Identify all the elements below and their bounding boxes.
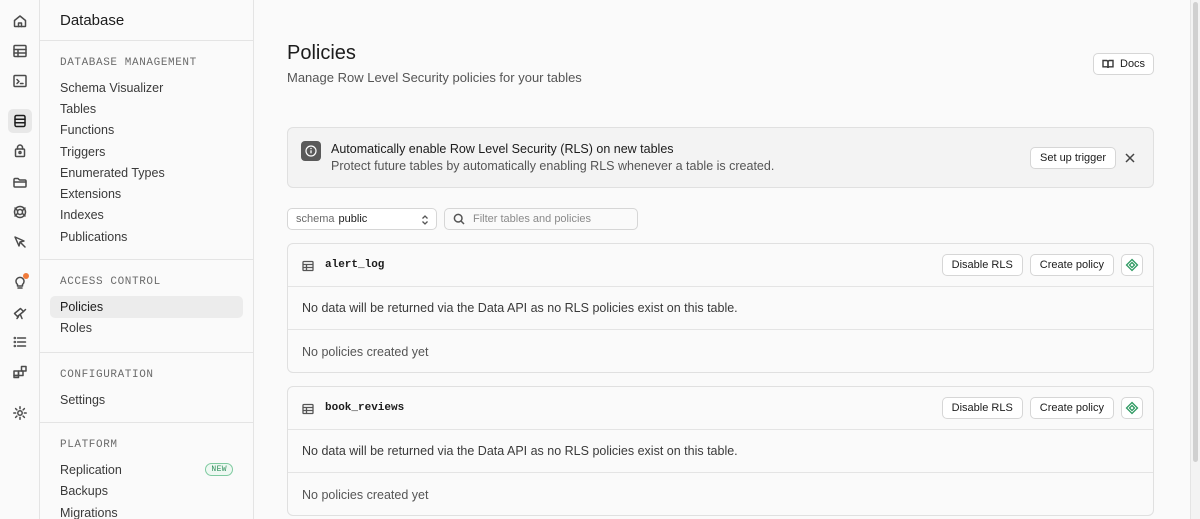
sidebar-item-replication[interactable]: Replication NEW bbox=[50, 459, 243, 480]
docs-label: Docs bbox=[1120, 58, 1146, 70]
sidebar-item-schema-visualizer[interactable]: Schema Visualizer bbox=[50, 77, 243, 98]
ai-assistant-icon bbox=[1125, 401, 1139, 415]
close-icon[interactable] bbox=[1123, 151, 1137, 165]
edge-functions-icon[interactable] bbox=[8, 230, 32, 254]
sidebar-item-enumerated-types[interactable]: Enumerated Types bbox=[50, 162, 243, 183]
rls-warning-text: No data will be returned via the Data AP… bbox=[288, 287, 1153, 330]
sidebar-heading: DATABASE MANAGEMENT bbox=[60, 57, 197, 69]
sidebar-item-roles[interactable]: Roles bbox=[50, 318, 243, 339]
create-policy-button[interactable]: Create policy bbox=[1029, 397, 1114, 419]
rls-warning-text: No data will be returned via the Data AP… bbox=[288, 430, 1153, 473]
schema-label: schema bbox=[296, 213, 335, 225]
home-icon[interactable] bbox=[8, 9, 32, 33]
chevron-up-down-icon bbox=[420, 214, 430, 226]
search-icon bbox=[453, 213, 465, 225]
empty-policies-text: No policies created yet bbox=[302, 487, 429, 502]
realtime-icon[interactable] bbox=[8, 200, 32, 224]
sidebar-section-configuration: CONFIGURATION Settings bbox=[40, 353, 253, 424]
database-sidebar: Database DATABASE MANAGEMENT Schema Visu… bbox=[40, 0, 254, 519]
setup-trigger-button[interactable]: Set up trigger bbox=[1030, 147, 1117, 169]
notification-dot bbox=[23, 273, 29, 279]
ai-assistant-button[interactable] bbox=[1121, 397, 1143, 419]
sidebar-section-database-management: DATABASE MANAGEMENT Schema Visualizer Ta… bbox=[40, 41, 253, 261]
banner-description: Protect future tables by automatically e… bbox=[331, 159, 775, 173]
table-card-header: book_reviews Disable RLS Create policy bbox=[288, 387, 1153, 430]
page-subtitle: Manage Row Level Security policies for y… bbox=[287, 70, 582, 85]
table-card-actions: Disable RLS Create policy bbox=[941, 254, 1143, 276]
database-icon[interactable] bbox=[8, 109, 32, 133]
table-name: book_reviews bbox=[325, 402, 405, 414]
empty-policies-text: No policies created yet bbox=[302, 344, 429, 359]
sidebar-item-backups[interactable]: Backups bbox=[50, 481, 243, 502]
table-policy-card: alert_log Disable RLS Create policy No d… bbox=[287, 243, 1154, 373]
policies-page: Policies Manage Row Level Security polic… bbox=[255, 0, 1190, 519]
sidebar-heading: ACCESS CONTROL bbox=[60, 276, 161, 289]
sidebar-section-platform: PLATFORM Replication NEW Backups Migrati… bbox=[40, 423, 253, 519]
table-icon bbox=[302, 402, 314, 415]
sidebar-item-indexes[interactable]: Indexes bbox=[50, 205, 243, 226]
sidebar-item-migrations[interactable]: Migrations bbox=[50, 502, 243, 519]
sidebar-item-settings[interactable]: Settings bbox=[50, 389, 243, 410]
create-policy-button[interactable]: Create policy bbox=[1029, 254, 1114, 276]
storage-icon[interactable] bbox=[8, 170, 32, 194]
sidebar-heading: PLATFORM bbox=[60, 439, 118, 452]
policy-search bbox=[444, 208, 638, 230]
sidebar-item-policies[interactable]: Policies bbox=[50, 296, 243, 318]
page-scrollbar[interactable] bbox=[1190, 0, 1200, 519]
integrations-icon[interactable] bbox=[8, 360, 32, 384]
docs-button[interactable]: Docs bbox=[1093, 53, 1155, 75]
reports-icon[interactable] bbox=[8, 300, 32, 324]
sidebar-heading: CONFIGURATION bbox=[60, 368, 154, 381]
logs-icon[interactable] bbox=[8, 330, 32, 354]
table-card-header: alert_log Disable RLS Create policy bbox=[288, 244, 1153, 287]
sidebar-item-extensions[interactable]: Extensions bbox=[50, 183, 243, 204]
banner-title: Automatically enable Row Level Security … bbox=[331, 142, 674, 156]
sidebar-item-functions[interactable]: Functions bbox=[50, 120, 243, 141]
advisors-icon[interactable] bbox=[8, 270, 32, 294]
rls-trigger-banner: Automatically enable Row Level Security … bbox=[287, 127, 1154, 188]
sidebar-item-publications[interactable]: Publications bbox=[50, 226, 243, 247]
sidebar-title: Database bbox=[40, 0, 253, 41]
table-name: alert_log bbox=[325, 259, 385, 271]
sidebar-section-access-control: ACCESS CONTROL Policies Roles bbox=[40, 260, 253, 353]
sidebar-item-tables[interactable]: Tables bbox=[50, 98, 243, 119]
auth-icon[interactable] bbox=[8, 139, 32, 163]
schema-value: public bbox=[338, 213, 368, 225]
sql-editor-icon[interactable] bbox=[8, 69, 32, 93]
scrollbar-thumb[interactable] bbox=[1193, 2, 1198, 462]
disable-rls-button[interactable]: Disable RLS bbox=[941, 254, 1023, 276]
schema-selector[interactable]: schema public bbox=[287, 208, 437, 230]
table-policy-card: book_reviews Disable RLS Create policy N… bbox=[287, 386, 1154, 516]
ai-assistant-button[interactable] bbox=[1121, 254, 1143, 276]
new-badge: NEW bbox=[205, 463, 233, 477]
sidebar-item-label: Replication bbox=[60, 462, 122, 477]
search-input[interactable] bbox=[473, 213, 629, 225]
ai-assistant-icon bbox=[1125, 258, 1139, 272]
page-title: Policies bbox=[287, 42, 356, 64]
table-editor-icon[interactable] bbox=[8, 39, 32, 63]
table-card-actions: Disable RLS Create policy bbox=[941, 397, 1143, 419]
info-icon bbox=[301, 141, 321, 161]
book-icon bbox=[1102, 59, 1114, 69]
table-icon bbox=[302, 259, 314, 272]
settings-icon[interactable] bbox=[8, 401, 32, 425]
icon-rail bbox=[0, 0, 40, 519]
disable-rls-button[interactable]: Disable RLS bbox=[941, 397, 1023, 419]
sidebar-item-triggers[interactable]: Triggers bbox=[50, 141, 243, 162]
